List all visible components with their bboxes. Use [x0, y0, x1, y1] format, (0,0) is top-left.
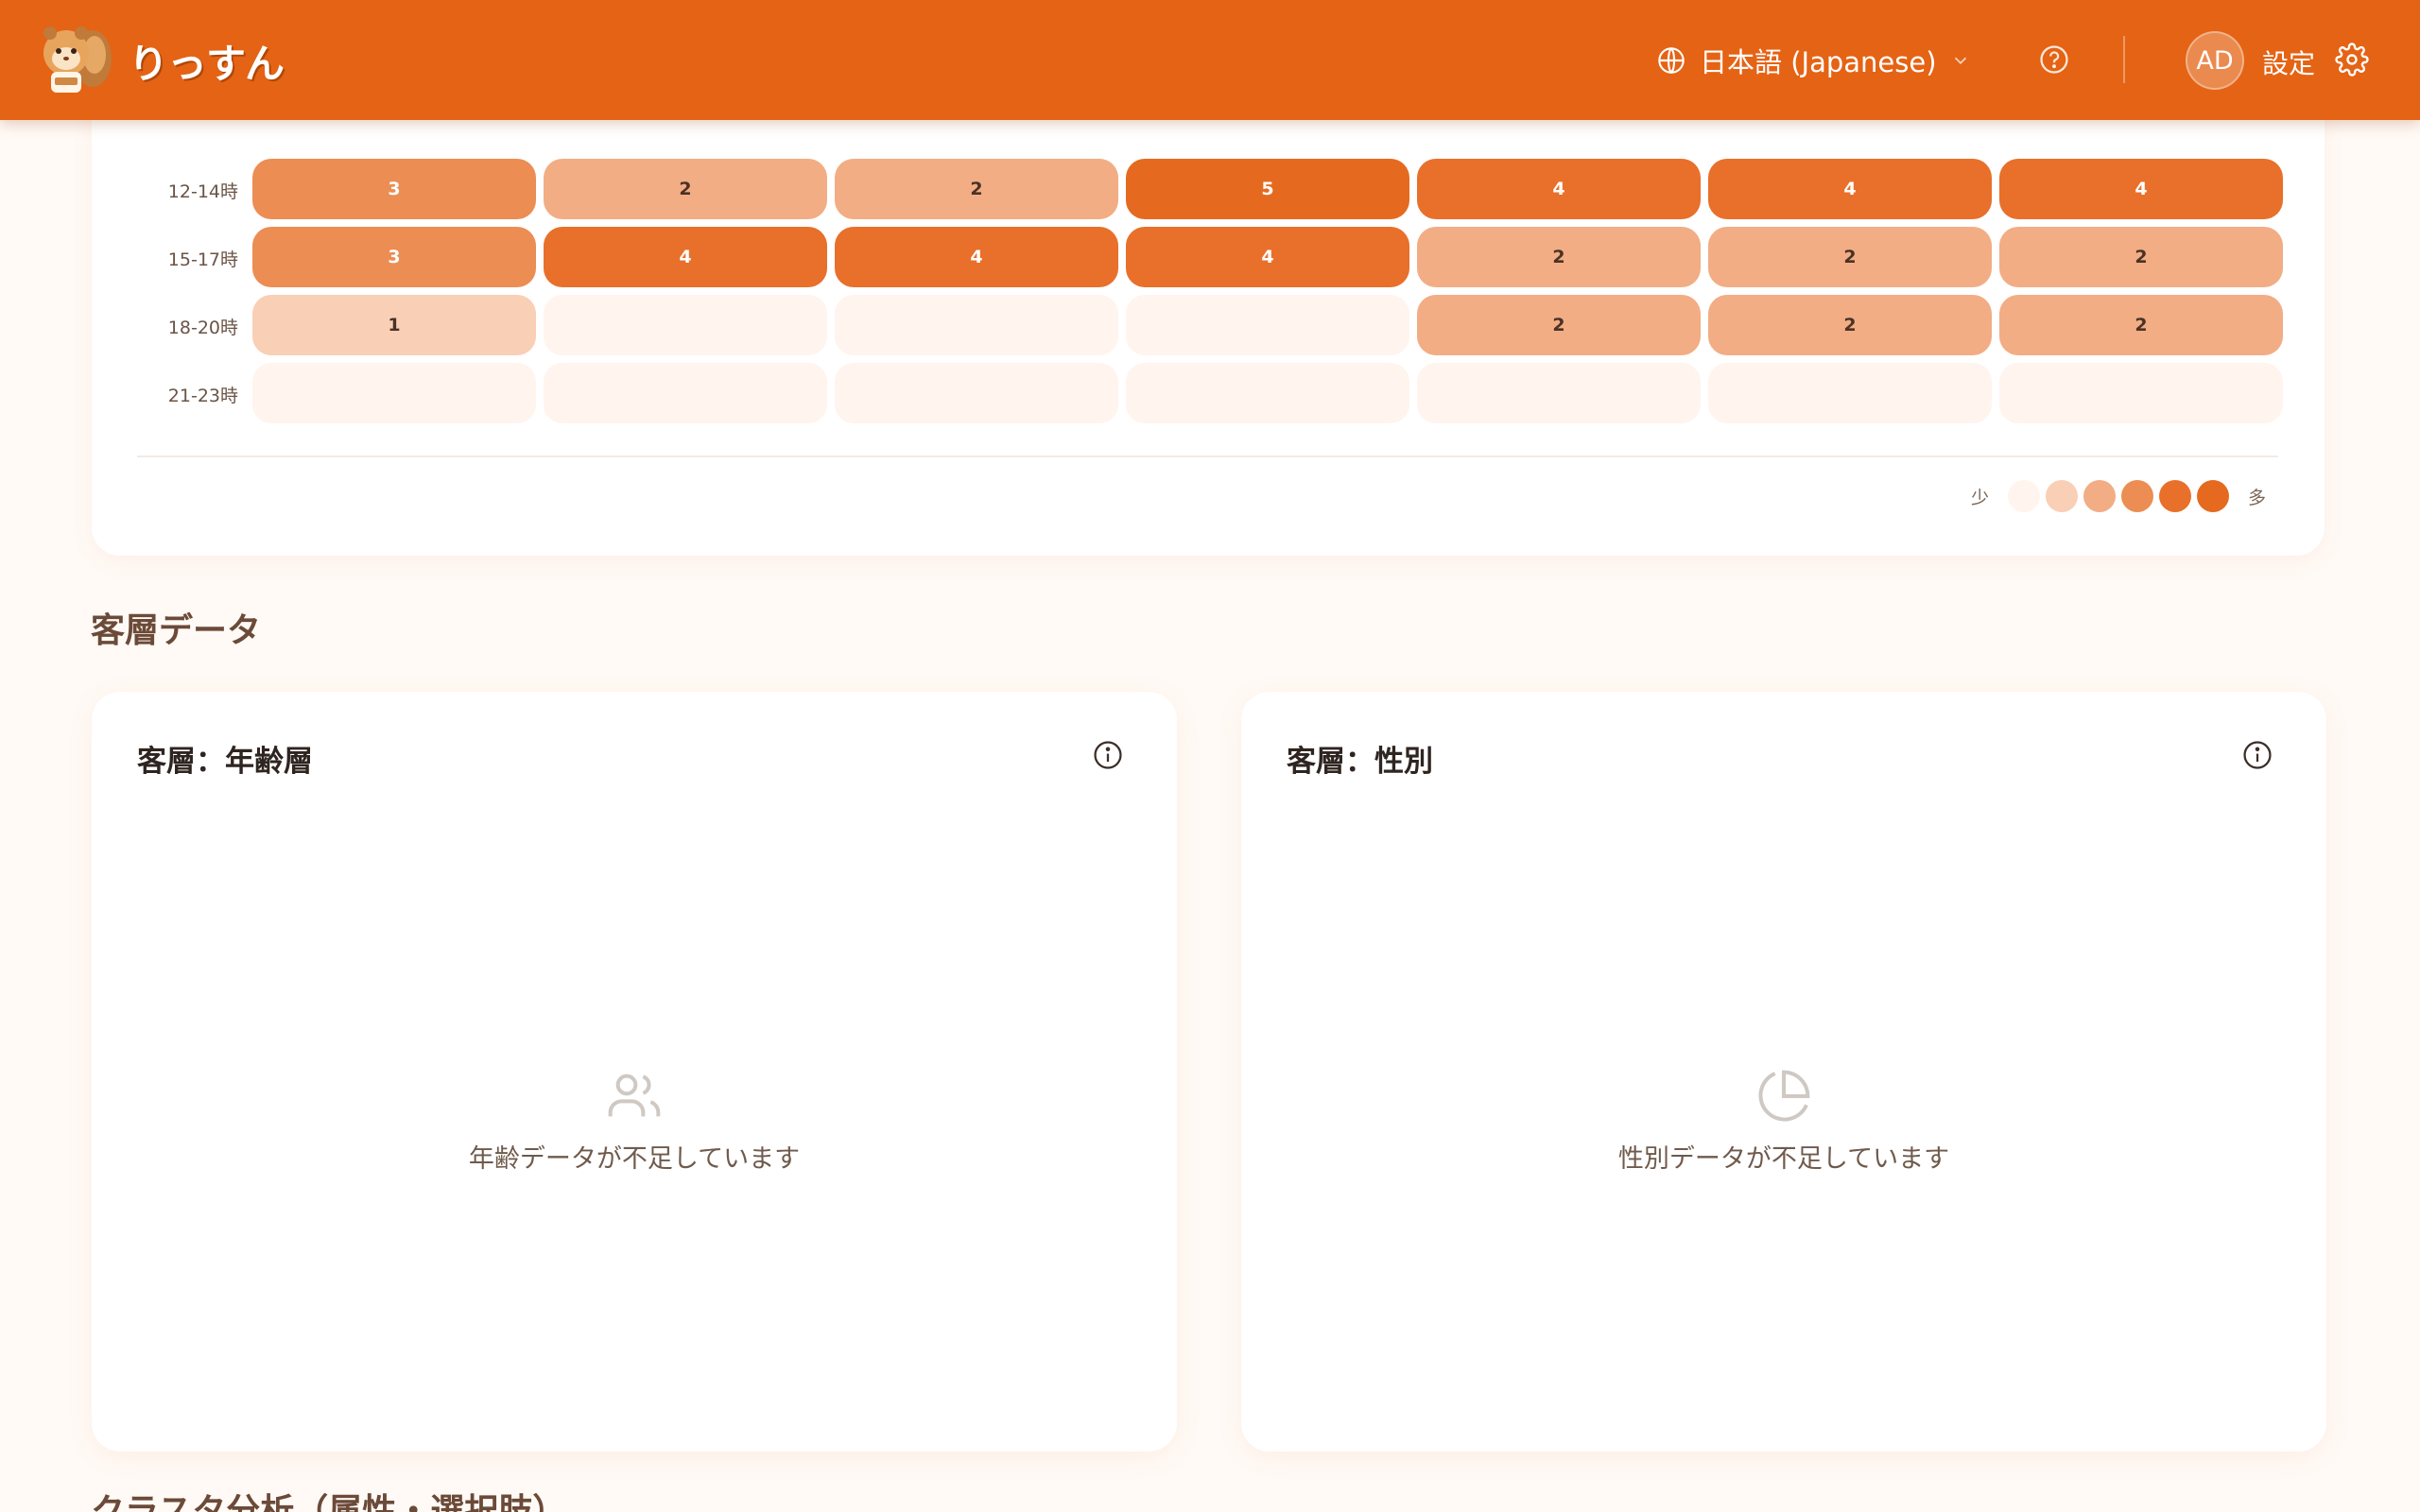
legend-dot: [2196, 480, 2229, 512]
age-empty-text: 年齢データが不足しています: [468, 1144, 801, 1174]
heatmap-cell[interactable]: [252, 363, 536, 423]
top-navigation-bar: りっすん 日本語 (Japanese) AD 設定: [0, 0, 2420, 120]
heatmap-row-label: 21-23時: [167, 386, 238, 406]
heatmap-cell[interactable]: 3: [252, 159, 536, 219]
heatmap-cell[interactable]: 2: [1708, 227, 1992, 287]
language-label: 日本語 (Japanese): [1700, 46, 1937, 78]
info-circle-icon[interactable]: [2241, 739, 2273, 771]
age-card-title: 客層：年齢層: [137, 745, 313, 779]
app-logo-text[interactable]: りっすん: [129, 32, 285, 90]
heatmap-cell[interactable]: 4: [1999, 159, 2283, 219]
heatmap-cell[interactable]: [1708, 363, 1992, 423]
heatmap-cell[interactable]: [1417, 363, 1701, 423]
legend-dot: [2007, 480, 2040, 512]
heatmap-row-label: 12-14時: [167, 181, 238, 202]
gender-empty-text: 性別データが不足しています: [1617, 1144, 1950, 1174]
legend-scale: [2007, 480, 2229, 512]
heatmap-row-label: 15-17時: [167, 249, 238, 270]
legend-dot: [2120, 480, 2153, 512]
pie-chart-icon: [1758, 1070, 1810, 1122]
heatmap-cell[interactable]: [835, 363, 1118, 423]
globe-icon: [1658, 46, 1685, 75]
heatmap-divider: [137, 455, 2278, 457]
header-divider: [2123, 36, 2125, 83]
legend-dot: [2158, 480, 2191, 512]
heatmap-cell[interactable]: 2: [835, 159, 1118, 219]
info-circle-icon[interactable]: [1092, 739, 1124, 771]
language-selector[interactable]: 日本語 (Japanese): [1656, 38, 1971, 83]
heatmap-cell[interactable]: 1: [252, 295, 536, 355]
settings-link[interactable]: 設定: [2262, 43, 2315, 81]
legend-dot: [2045, 480, 2078, 512]
heatmap-cell[interactable]: 5: [1126, 159, 1409, 219]
squirrel-mascot-icon[interactable]: [34, 17, 113, 100]
heatmap-cell[interactable]: 2: [1999, 227, 2283, 287]
heatmap-cell[interactable]: [1126, 363, 1409, 423]
age-group-card: 客層：年齢層 年齢データが不足しています: [92, 692, 1177, 1452]
heatmap-cell[interactable]: 2: [544, 159, 827, 219]
heatmap-cell[interactable]: 4: [835, 227, 1118, 287]
heatmap-row: 18-20時 1 2 2 2: [92, 295, 2325, 355]
heatmap-cell[interactable]: 2: [1417, 295, 1701, 355]
cluster-section-title: クラスタ分析（属性・選択肢）: [91, 1492, 567, 1512]
user-avatar[interactable]: AD: [2186, 31, 2244, 90]
heatmap-cell[interactable]: 2: [1417, 227, 1701, 287]
gear-icon[interactable]: [2335, 43, 2369, 77]
chevron-down-icon: [1954, 57, 1966, 65]
heatmap-cell[interactable]: 4: [1708, 159, 1992, 219]
legend-dot: [2083, 480, 2116, 512]
gender-card: 客層：性別 性別データが不足しています: [1241, 692, 2326, 1452]
heatmap-cell[interactable]: 4: [1417, 159, 1701, 219]
heatmap-cell[interactable]: [544, 295, 827, 355]
demographics-section-title: 客層データ: [91, 611, 262, 650]
heatmap-cell[interactable]: [1999, 363, 2283, 423]
gender-card-title: 客層：性別: [1287, 745, 1433, 779]
heatmap-cell[interactable]: 3: [252, 227, 536, 287]
heatmap-row: 15-17時 3 4 4 4 2 2 2: [92, 227, 2325, 287]
legend-low-label: 少: [1970, 487, 1989, 508]
heatmap-cell[interactable]: 4: [1126, 227, 1409, 287]
age-empty-state: 年齢データが不足しています: [92, 1066, 1177, 1175]
heatmap-cell[interactable]: 2: [1708, 295, 1992, 355]
heatmap-row-label: 18-20時: [167, 318, 238, 338]
heatmap-row: 12-14時 3 2 2 5 4 4 4: [92, 159, 2325, 219]
heatmap-cell[interactable]: 2: [1999, 295, 2283, 355]
heatmap-cell[interactable]: [1126, 295, 1409, 355]
gender-empty-state: 性別データが不足しています: [1241, 1066, 2326, 1175]
legend-high-label: 多: [2247, 487, 2266, 508]
heatmap-cell[interactable]: 4: [544, 227, 827, 287]
users-icon: [608, 1074, 661, 1117]
help-icon[interactable]: [2038, 43, 2070, 76]
heatmap-cell[interactable]: [544, 363, 827, 423]
heatmap-cell[interactable]: [835, 295, 1118, 355]
heatmap-row: 21-23時: [92, 363, 2325, 423]
heatmap-legend: 少 多: [1958, 480, 2279, 512]
